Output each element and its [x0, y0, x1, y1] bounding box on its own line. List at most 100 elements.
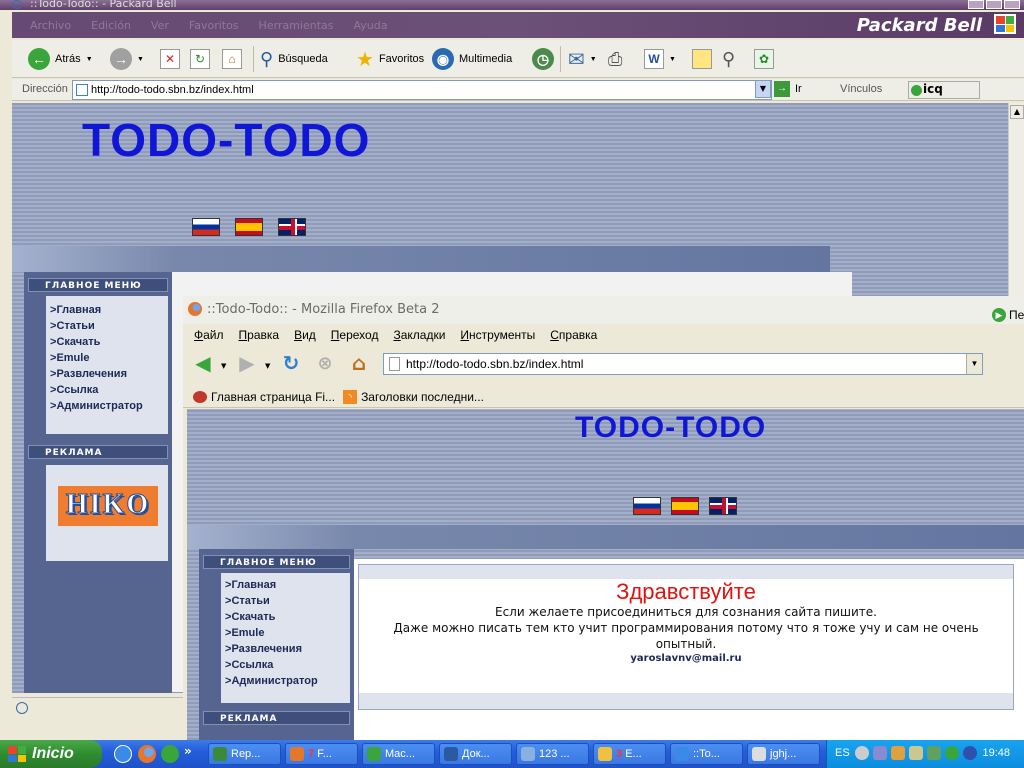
links-toolbar[interactable]: Vínculos [840, 83, 882, 95]
research-icon[interactable]: ⚲ [722, 49, 735, 70]
menu-item-admin[interactable]: >Администратор [46, 398, 168, 414]
start-button[interactable]: Inicio [0, 740, 102, 768]
ie-quicklaunch-icon[interactable] [114, 745, 132, 763]
ff-go-button[interactable]: ▶ Пе [992, 308, 1024, 322]
chevron-down-icon[interactable]: ▼ [265, 362, 270, 370]
menu-ayuda[interactable]: Ayuda [353, 19, 387, 32]
menu-item-downloads[interactable]: >Скачать [221, 609, 350, 625]
menu-item-articles[interactable]: >Статьи [221, 593, 350, 609]
go-button[interactable]: → Ir [774, 81, 802, 97]
tray-app-icon[interactable] [891, 746, 905, 760]
tray-expand-icon[interactable] [855, 746, 869, 760]
flag-spain-icon[interactable] [235, 218, 263, 236]
menu-favoritos[interactable]: Favoritos [189, 19, 239, 32]
menu-item-articles[interactable]: >Статьи [46, 318, 168, 334]
back-arrow-icon[interactable]: ◀ [191, 351, 215, 375]
ff-url-input[interactable]: http://todo-todo.sbn.bz/index.html ▼ [383, 353, 983, 375]
notes-icon[interactable] [692, 49, 712, 69]
bookmark-latest-headlines[interactable]: ◝ Заголовки последни... [343, 387, 484, 407]
task-item[interactable]: Mac... [362, 743, 435, 765]
flag-russia-icon[interactable] [633, 497, 661, 515]
chevron-down-icon[interactable]: ▼ [86, 56, 93, 63]
firefox-quicklaunch-icon[interactable] [138, 745, 156, 763]
menu-archivo[interactable]: Archivo [30, 19, 71, 32]
ff-title-bar[interactable]: ::Todo-Todo:: - Mozilla Firefox Beta 2 [183, 296, 1024, 324]
menu-ver[interactable]: Ver [151, 19, 169, 32]
menu-item-entertainment[interactable]: >Развлечения [46, 366, 168, 382]
home-icon[interactable]: ⌂ [222, 49, 242, 69]
language-indicator[interactable]: ES [835, 747, 850, 759]
menu-help[interactable]: Справка [550, 328, 597, 346]
task-item[interactable]: 3 E... [593, 743, 666, 765]
menu-item-links[interactable]: >Ссылка [221, 657, 350, 673]
stop-icon[interactable]: ⊗ [313, 351, 337, 375]
tray-app-icon[interactable] [927, 746, 941, 760]
address-input[interactable]: http://todo-todo.sbn.bz/index.html [72, 80, 772, 100]
menu-bookmarks[interactable]: Закладки [393, 328, 445, 346]
task-item[interactable]: 123 ... [516, 743, 589, 765]
multimedia-button[interactable]: ◉ Multimedia [432, 46, 512, 72]
tray-app-icon[interactable] [963, 746, 977, 760]
stop-icon[interactable]: ✕ [160, 49, 180, 69]
quicklaunch-more-icon[interactable]: » [184, 744, 192, 758]
ff-menu-bar: Файл Правка Вид Переход Закладки Инструм… [183, 324, 1024, 346]
refresh-icon[interactable]: ↻ [190, 49, 210, 69]
contact-email-link[interactable]: yaroslavnv@mail.ru [359, 653, 1013, 664]
browser-quicklaunch-icon[interactable] [161, 745, 179, 763]
menu-view[interactable]: Вид [294, 328, 316, 346]
forward-button[interactable]: → ▼ [110, 46, 144, 72]
menu-item-emule[interactable]: >Emule [46, 350, 168, 366]
icq-flower-icon[interactable]: ✿ [754, 49, 774, 69]
menu-item-entertainment[interactable]: >Развлечения [221, 641, 350, 657]
task-item[interactable]: Док... [439, 743, 512, 765]
task-item[interactable]: ::To... [670, 743, 743, 765]
menu-edit[interactable]: Правка [239, 328, 280, 346]
chevron-down-icon[interactable]: ▼ [221, 362, 226, 370]
history-icon[interactable]: ◷ [532, 48, 554, 70]
scroll-up-icon[interactable]: ▲ [1010, 105, 1024, 119]
site-title: TODO-TODO [575, 411, 767, 444]
tray-icq-icon[interactable] [945, 746, 959, 760]
flag-uk-icon[interactable] [278, 218, 306, 236]
flag-russia-icon[interactable] [192, 218, 220, 236]
reload-icon[interactable]: ↻ [279, 351, 303, 375]
print-icon[interactable]: ⎙ [608, 49, 622, 70]
minimize-button[interactable] [968, 0, 984, 9]
ie-title-bar[interactable]: ::Todo-Todo:: - Packard Bell [0, 0, 1024, 10]
icq-button[interactable]: icq [908, 81, 980, 99]
task-item[interactable]: jghj... [747, 743, 820, 765]
menu-go[interactable]: Переход [331, 328, 379, 346]
url-dropdown-icon[interactable]: ▼ [966, 354, 982, 374]
menu-item-links[interactable]: >Ссылка [46, 382, 168, 398]
flag-uk-icon[interactable] [709, 497, 737, 515]
search-button[interactable]: ⚲ Búsqueda [260, 46, 328, 72]
menu-herramientas[interactable]: Herramientas [259, 19, 334, 32]
task-item[interactable]: 7 F... [285, 743, 358, 765]
menu-edicion[interactable]: Edición [91, 19, 131, 32]
tray-network-icon[interactable] [873, 746, 887, 760]
ie-window-title: ::Todo-Todo:: - Packard Bell [30, 0, 177, 10]
maximize-button[interactable] [986, 0, 1002, 9]
mail-icon[interactable]: ✉ [568, 47, 585, 72]
close-button[interactable] [1004, 0, 1020, 9]
back-button[interactable]: ← Atrás ▼ [28, 46, 93, 72]
address-dropdown-icon[interactable]: ▼ [755, 80, 771, 98]
menu-file[interactable]: Файл [194, 328, 224, 346]
favorites-button[interactable]: ★ Favoritos [356, 46, 424, 72]
menu-item-emule[interactable]: >Emule [221, 625, 350, 641]
menu-item-home[interactable]: >Главная [221, 577, 350, 593]
flag-spain-icon[interactable] [671, 497, 699, 515]
clock[interactable]: 19:48 [982, 747, 1010, 759]
chevron-down-icon[interactable]: ▼ [137, 56, 144, 63]
home-icon[interactable]: ⌂ [347, 351, 371, 375]
menu-item-admin[interactable]: >Администратор [221, 673, 350, 689]
task-item[interactable]: Rep... [208, 743, 281, 765]
menu-item-home[interactable]: >Главная [46, 302, 168, 318]
tray-app-icon[interactable] [909, 746, 923, 760]
menu-tools[interactable]: Инструменты [460, 328, 535, 346]
hiko-ad-logo[interactable]: HIKO [58, 486, 158, 526]
bookmark-firefox-home[interactable]: Главная страница Fi... [193, 387, 335, 407]
menu-item-downloads[interactable]: >Скачать [46, 334, 168, 350]
forward-arrow-icon[interactable]: ▶ [235, 351, 259, 375]
edit-icon[interactable]: W [644, 49, 664, 69]
